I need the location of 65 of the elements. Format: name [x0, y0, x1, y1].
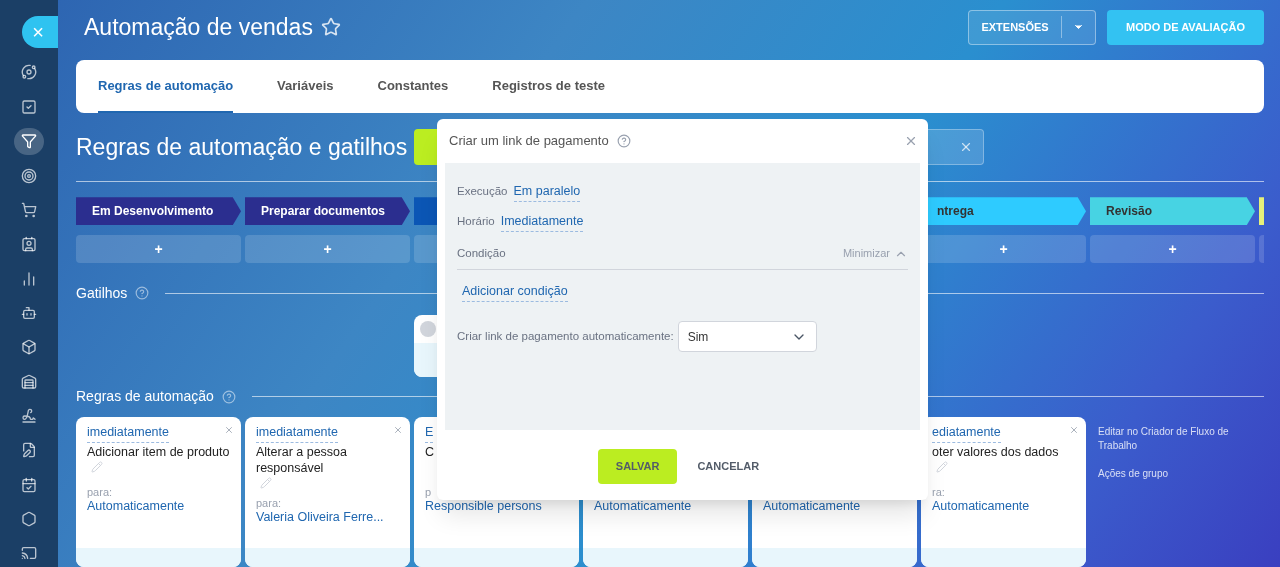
- target-link[interactable]: Responsible persons: [425, 497, 542, 516]
- for-label: para:: [87, 486, 113, 498]
- calendar-icon: [21, 476, 37, 493]
- action-title: C: [425, 444, 435, 460]
- action-title: Alterar a pessoa responsável: [256, 444, 349, 476]
- funnel-nav-item[interactable]: [14, 127, 44, 155]
- tab[interactable]: Constantes: [377, 60, 449, 113]
- target-link[interactable]: Automaticamente: [87, 497, 185, 516]
- timing-link[interactable]: ediatamente: [932, 425, 1001, 443]
- tab[interactable]: Regras de automação: [98, 60, 234, 113]
- target-link[interactable]: Automaticamente: [763, 497, 861, 516]
- timing-link[interactable]: imediatamente: [87, 425, 169, 443]
- add-condition-link[interactable]: Adicionar condição: [462, 282, 568, 302]
- cube-icon: [21, 339, 37, 356]
- field-label: Execução: [457, 184, 508, 200]
- target-link[interactable]: Automaticamente: [932, 497, 1030, 516]
- side-link[interactable]: Ações de grupo: [1098, 467, 1240, 481]
- warehouse-icon: [21, 373, 37, 390]
- close-icon[interactable]: [904, 134, 918, 148]
- checkbox-icon: [21, 98, 37, 115]
- extensions-button[interactable]: EXTENSÕES: [968, 9, 1097, 45]
- side-link[interactable]: Editar no Criador de Fluxo de Trabalho: [1098, 425, 1240, 453]
- cancel-button[interactable]: CANCELAR: [689, 448, 768, 484]
- bar-chart-icon: [21, 270, 37, 287]
- select-field[interactable]: Sim: [677, 321, 817, 352]
- action-title: oter valores dos dados: [932, 444, 1059, 460]
- stage-tab[interactable]: Revisão: [1090, 197, 1255, 225]
- option-label: Criar link de pagamento automaticamente:: [457, 328, 674, 344]
- cart-icon: [21, 201, 37, 218]
- section-title: Regras de automação e gatilhos: [76, 132, 409, 162]
- funnel-icon: [21, 133, 37, 150]
- star-icon[interactable]: [320, 17, 341, 38]
- add-rule-button[interactable]: +: [76, 234, 241, 263]
- target-link[interactable]: Automaticamente: [594, 497, 692, 516]
- help-icon[interactable]: [616, 134, 631, 148]
- for-label: para:: [256, 497, 282, 509]
- target-icon: [21, 167, 37, 184]
- field-value-link[interactable]: Em paralelo: [513, 182, 581, 202]
- stage-tab[interactable]: Em Desenvolvimento: [76, 197, 241, 225]
- timing-link[interactable]: E: [425, 425, 434, 443]
- circles-icon: [21, 64, 37, 81]
- hexagon-icon: [21, 511, 37, 528]
- trigger-icon: [420, 320, 436, 337]
- field-value-link[interactable]: Imediatamente: [500, 212, 584, 232]
- triggers-heading: Gatilhos: [76, 283, 128, 303]
- timing-link[interactable]: imediatamente: [256, 425, 338, 443]
- tab[interactable]: Registros de teste: [492, 60, 605, 113]
- save-button[interactable]: SALVAR: [597, 448, 678, 484]
- for-label: ra:: [932, 486, 945, 498]
- signature-icon: [21, 408, 37, 424]
- field-label: Horário: [457, 214, 495, 230]
- target-link[interactable]: Valeria Oliveira Ferre...: [256, 508, 384, 527]
- tab[interactable]: Variáveis: [277, 60, 334, 113]
- for-label: p: [425, 486, 432, 498]
- add-rule-button[interactable]: +: [245, 234, 410, 263]
- add-rule-button[interactable]: +: [1090, 234, 1255, 263]
- document-edit-icon: [21, 442, 37, 459]
- robot-icon: [21, 304, 37, 321]
- condition-label: Condição: [457, 245, 506, 261]
- stage-tab[interactable]: Preparar documentos: [245, 197, 410, 225]
- page-title: Automação de vendas: [84, 12, 313, 42]
- contact-card-icon: [21, 236, 37, 253]
- rules-heading: Regras de automação: [76, 387, 214, 406]
- action-title: Adicionar item de produto: [87, 444, 230, 460]
- dialog-title: Criar um link de pagamento: [449, 132, 609, 151]
